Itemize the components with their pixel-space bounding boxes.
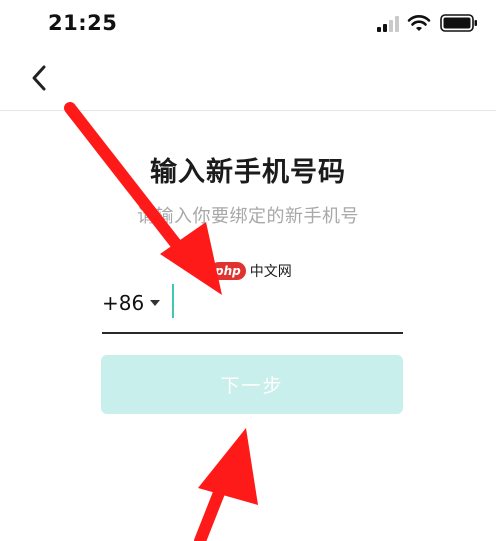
arrow-pointing-to-button: [194, 428, 258, 541]
caret-down-icon: [150, 300, 161, 306]
chevron-left-icon[interactable]: [24, 60, 56, 96]
next-step-button[interactable]: 下一步: [101, 355, 403, 414]
phone-number-input[interactable]: [168, 282, 404, 322]
signal-icon: [377, 16, 399, 32]
phone-number-row: +86: [102, 278, 404, 334]
battery-icon: [440, 14, 477, 32]
text-cursor: [172, 284, 174, 318]
page-subtitle: 请输入你要绑定的新手机号: [137, 206, 359, 227]
status-bar: 21:25: [0, 0, 496, 48]
country-code-selector[interactable]: +86: [102, 288, 161, 318]
nav-bar: [0, 48, 496, 111]
page-title: 输入新手机号码: [150, 157, 346, 188]
page: 21:25 输入新手机号码 请输入你要绑定的新手机号 php 中文网 +86 下…: [0, 0, 496, 541]
status-time: 21:25: [48, 11, 118, 35]
country-code-label: +86: [102, 291, 145, 315]
wifi-icon: [407, 15, 431, 31]
